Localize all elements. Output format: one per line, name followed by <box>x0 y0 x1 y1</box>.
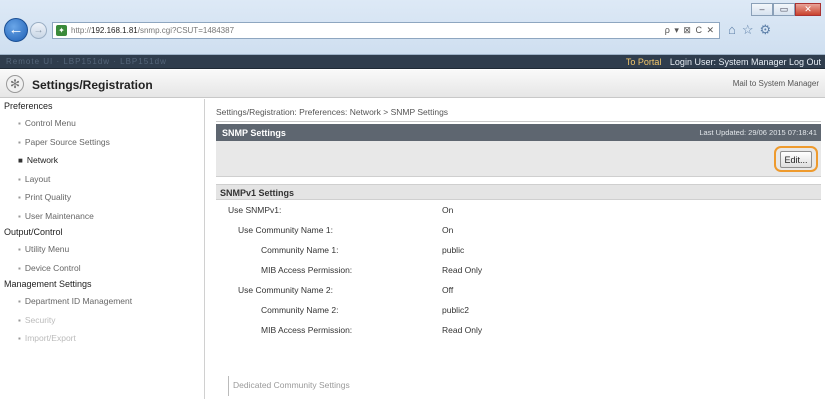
maximize-button[interactable]: ▭ <box>773 3 795 16</box>
remote-ui-topbar: Remote UI · LBP151dw · LBP151dw To Porta… <box>0 55 825 69</box>
setting-row-community-name-2: Community Name 2: public2 <box>216 300 821 320</box>
setting-label: Community Name 2: <box>261 305 339 315</box>
sidebar: Preferences ▪ Control Menu ▪ Paper Source … <box>0 99 205 399</box>
snmp-settings-header: SNMP Settings Last Updated: 29/06 2015 0… <box>216 124 821 141</box>
gear-icon[interactable]: ⚙ <box>760 22 772 38</box>
minimize-button[interactable]: – <box>751 3 773 16</box>
browser-toolbar-icons: ⌂ ☆ ⚙ <box>728 22 771 38</box>
site-favicon-icon: ✦ <box>56 25 67 36</box>
breadcrumb-divider <box>216 121 821 122</box>
setting-row-use-snmpv1: Use SNMPv1: On <box>216 200 821 220</box>
sidebar-item-print-quality[interactable]: ▪ Print Quality <box>0 188 204 207</box>
to-portal-link[interactable]: To Portal <box>626 57 662 67</box>
address-bar[interactable]: ✦ http://192.168.1.81/snmp.cgi?CSUT=1484… <box>52 22 720 39</box>
sidebar-category-management-settings: Management Settings <box>4 279 92 289</box>
bullet-icon: ▪ <box>18 211 21 221</box>
bullet-icon: ▪ <box>18 174 21 184</box>
bullet-icon: ▪ <box>18 315 21 325</box>
bullet-icon: ■ <box>18 156 23 165</box>
page-header: ✻ Settings/Registration Mail to System M… <box>0 70 825 98</box>
close-button[interactable]: ✕ <box>795 3 821 16</box>
bullet-icon: ▪ <box>18 193 21 202</box>
star-icon[interactable]: ☆ <box>742 22 754 38</box>
snmpv1-section-header: SNMPv1 Settings <box>216 184 821 200</box>
bullet-icon: ▪ <box>18 245 21 254</box>
main-content: Settings/Registration: Preferences: Netw… <box>216 99 821 399</box>
setting-label: MIB Access Permission: <box>261 265 353 275</box>
section-title: SNMPv1 Settings <box>220 188 295 198</box>
setting-value: On <box>442 225 454 235</box>
setting-label: Use Community Name 2: <box>238 285 333 295</box>
sidebar-item-import-export[interactable]: ▪ Import/Export <box>0 329 204 348</box>
setting-row-use-community-name-1: Use Community Name 1: On <box>216 220 821 240</box>
sidebar-item-department-id-management[interactable]: ▪ Department ID Management <box>0 292 204 311</box>
sidebar-category-output-control: Output/Control <box>4 227 63 237</box>
bullet-icon: ▪ <box>18 297 21 306</box>
setting-value: Read Only <box>442 325 483 335</box>
setting-value: Read Only <box>442 265 483 275</box>
sidebar-item-device-control[interactable]: ▪ Device Control <box>0 259 204 278</box>
bullet-icon: ▪ <box>18 137 21 147</box>
sidebar-item-control-menu[interactable]: ▪ Control Menu <box>0 114 204 133</box>
home-icon[interactable]: ⌂ <box>728 22 736 38</box>
setting-row-mib-access-permission-1: MIB Access Permission: Read Only <box>216 260 821 280</box>
sidebar-item-security[interactable]: ▪ Security <box>0 311 204 330</box>
sidebar-category-preferences: Preferences <box>4 101 53 111</box>
page-title: Settings/Registration <box>32 78 153 92</box>
device-name-text: Remote UI · LBP151dw · LBP151dw <box>6 57 167 66</box>
setting-label: Use Community Name 1: <box>238 225 333 235</box>
setting-label: Community Name 1: <box>261 245 339 255</box>
last-updated-text: Last Updated: 29/06 2015 07:18:41 <box>699 128 817 137</box>
setting-label: Use SNMPv1: <box>228 205 282 215</box>
browser-chrome: – ▭ ✕ ← → ✦ http://192.168.1.81/snmp.cgi… <box>0 0 825 55</box>
setting-value: public <box>442 245 465 255</box>
bullet-icon: ▪ <box>18 263 21 273</box>
window-controls: – ▭ ✕ <box>751 3 821 16</box>
breadcrumb: Settings/Registration: Preferences: Netw… <box>216 107 449 117</box>
panel-title: SNMP Settings <box>222 128 286 138</box>
edit-highlight-ring: Edit... <box>774 146 818 172</box>
panel-toolbar: Edit... <box>216 141 821 177</box>
edit-button[interactable]: Edit... <box>780 151 812 168</box>
setting-value: public2 <box>442 305 469 315</box>
sidebar-item-user-maintenance[interactable]: ▪ User Maintenance <box>0 207 204 226</box>
sidebar-item-paper-source-settings[interactable]: ▪ Paper Source Settings <box>0 133 204 152</box>
sidebar-item-network[interactable]: ■ Network <box>0 151 204 170</box>
setting-row-use-community-name-2: Use Community Name 2: Off <box>216 280 821 300</box>
sidebar-item-layout[interactable]: ▪ Layout <box>0 170 204 189</box>
back-button[interactable]: ← <box>4 18 28 42</box>
address-tools[interactable]: ρ ▾ ⊠ C ✕ <box>665 25 715 36</box>
forward-button[interactable]: → <box>30 22 47 39</box>
setting-value: On <box>442 205 454 215</box>
dedicated-community-settings-heading: Dedicated Community Settings <box>228 376 428 396</box>
bullet-icon: ▪ <box>18 119 21 128</box>
mail-to-system-manager-link[interactable]: Mail to System Manager <box>733 79 819 88</box>
setting-value: Off <box>442 285 454 295</box>
setting-row-mib-access-permission-2: MIB Access Permission: Read Only <box>216 320 821 340</box>
setting-label: MIB Access Permission: <box>261 325 353 335</box>
setting-row-community-name-1: Community Name 1: public <box>216 240 821 260</box>
topbar-right: To Portal Login User: System Manager Log… <box>626 57 821 67</box>
login-user-text[interactable]: Login User: System Manager Log Out <box>670 57 821 67</box>
sidebar-item-utility-menu[interactable]: ▪ Utility Menu <box>0 240 204 259</box>
bullet-icon: ▪ <box>18 334 21 343</box>
url-text: http://192.168.1.81/snmp.cgi?CSUT=148438… <box>71 26 235 35</box>
settings-registration-icon: ✻ <box>6 75 24 93</box>
